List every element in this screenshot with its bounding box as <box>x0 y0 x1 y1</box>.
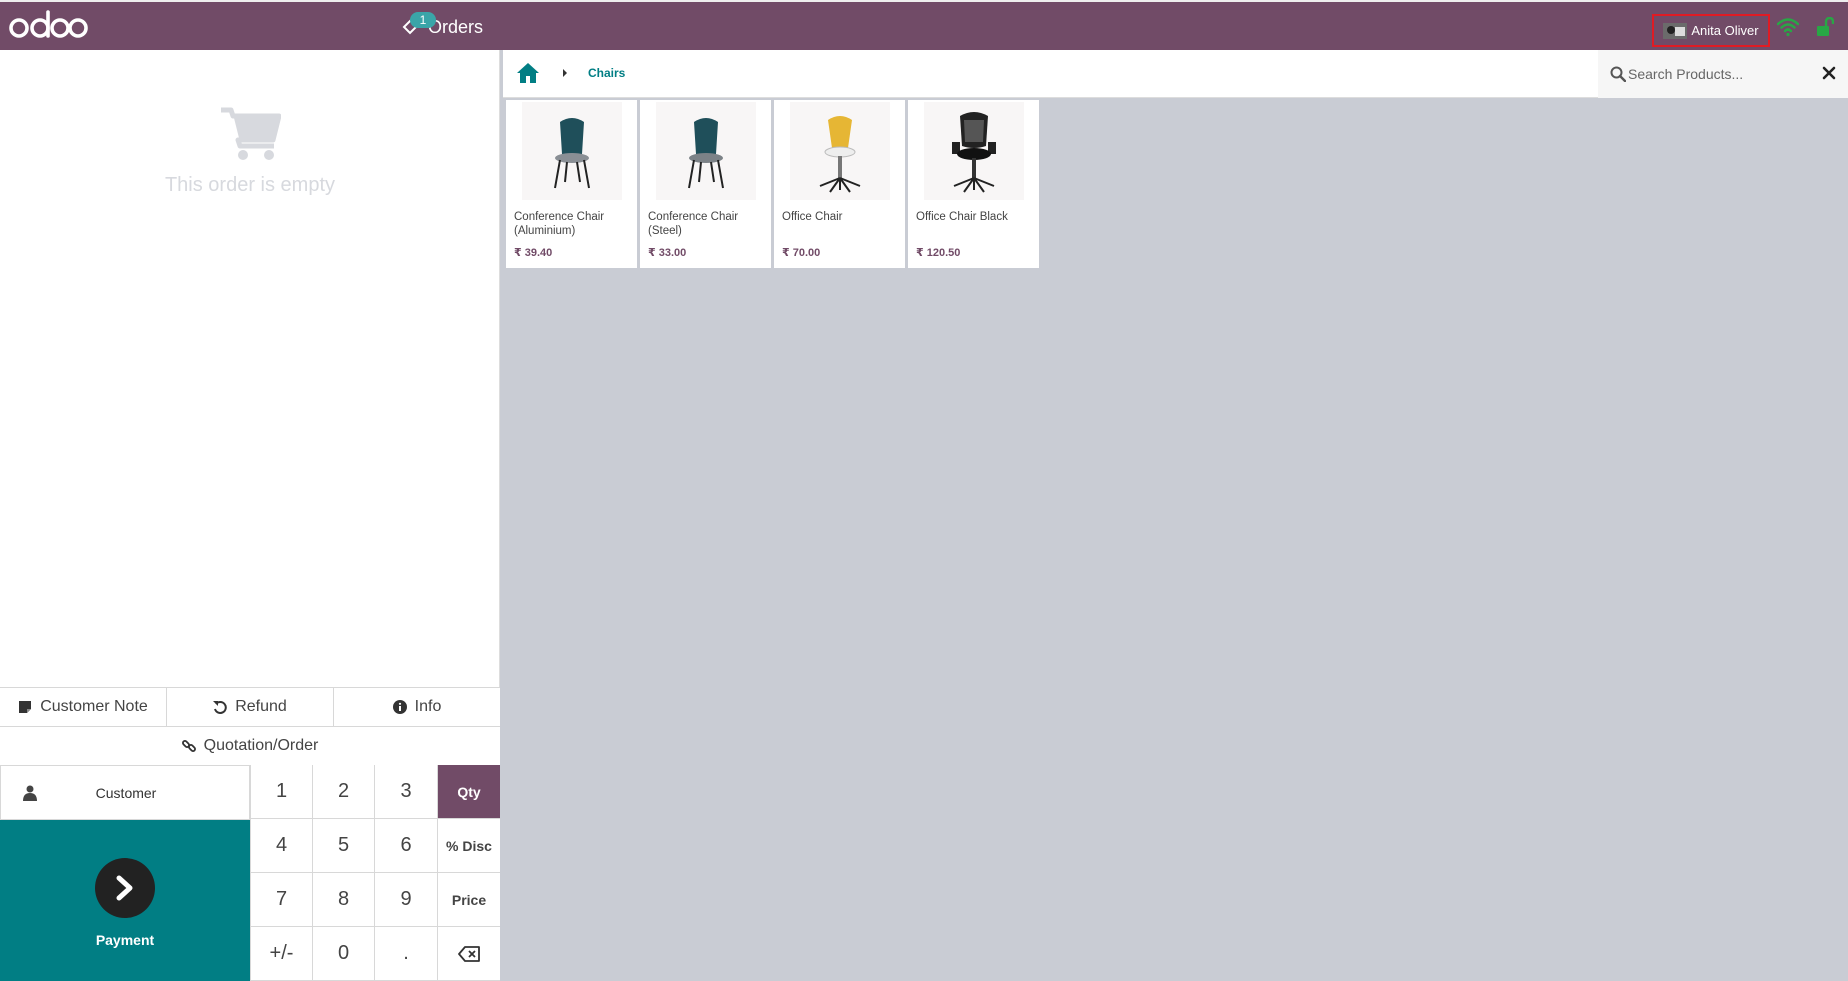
unlock-icon[interactable] <box>1816 17 1834 37</box>
cashier-name: Anita Oliver <box>1691 23 1759 38</box>
control-buttons-row: Customer Note Refund Info <box>0 687 500 726</box>
refund-label: Refund <box>235 698 287 715</box>
empty-order-text: This order is empty <box>164 174 336 196</box>
numpad-area: Customer Payment 1 2 3 Qty 4 5 6 % Disc … <box>0 765 500 981</box>
orders-count-badge: 1 <box>410 12 436 28</box>
chair-image <box>554 118 590 189</box>
refund-button[interactable]: Refund <box>167 688 334 726</box>
info-button[interactable]: Info <box>334 688 500 726</box>
numpad-key-4[interactable]: 4 <box>250 819 312 873</box>
product-price: ₹ 39.40 <box>514 247 553 259</box>
chevron-right-icon <box>116 875 133 901</box>
search-icon <box>1610 66 1626 82</box>
product-card[interactable]: Office Chair ₹ 70.00 <box>774 100 905 268</box>
numpad-mode-discount[interactable]: % Disc <box>437 819 500 873</box>
product-image <box>656 102 756 200</box>
product-name: Office Chair <box>782 211 843 223</box>
top-navbar: Orders 1 Anita Oliver <box>0 0 1848 50</box>
payment-arrow-circle <box>95 858 155 918</box>
numpad-backspace[interactable] <box>437 927 500 981</box>
product-price: ₹ 33.00 <box>648 247 687 259</box>
quotation-order-label: Quotation/Order <box>203 737 319 754</box>
search-input[interactable] <box>1628 62 1808 86</box>
quotation-row: Quotation/Order <box>0 726 500 765</box>
numpad-key-9[interactable]: 9 <box>374 873 437 927</box>
orders-label: Orders <box>428 16 484 37</box>
cashier-button[interactable]: Anita Oliver <box>1652 14 1770 47</box>
chair-image <box>952 112 996 193</box>
note-icon <box>19 701 32 713</box>
customer-label: Customer <box>95 784 157 801</box>
numpad-key-5[interactable]: 5 <box>312 819 374 873</box>
product-image <box>924 102 1024 200</box>
product-price: ₹ 70.00 <box>782 247 821 259</box>
breadcrumb-chairs[interactable]: Chairs <box>588 66 625 80</box>
info-label: Info <box>414 698 442 715</box>
numpad-key-3[interactable]: 3 <box>374 765 437 819</box>
numpad-mode-qty[interactable]: Qty <box>437 765 500 819</box>
numpad: 1 2 3 Qty 4 5 6 % Disc 7 8 9 Price +/- 0… <box>250 765 500 981</box>
close-icon[interactable] <box>1822 66 1836 80</box>
numpad-key-0[interactable]: 0 <box>312 927 374 981</box>
customer-note-label: Customer Note <box>40 698 148 715</box>
caret-right-icon <box>563 69 567 77</box>
numpad-key-6[interactable]: 6 <box>374 819 437 873</box>
info-icon <box>392 700 407 714</box>
chair-image <box>819 116 861 193</box>
numpad-key-1[interactable]: 1 <box>250 765 312 819</box>
quotation-order-button[interactable]: Quotation/Order <box>0 727 500 765</box>
payment-label: Payment <box>95 932 155 948</box>
backspace-icon <box>458 945 480 962</box>
numpad-mode-price[interactable]: Price <box>437 873 500 927</box>
odoo-logo <box>9 10 88 38</box>
product-card[interactable]: Office Chair Black ₹ 120.50 <box>908 100 1039 268</box>
order-panel: This order is empty Customer Note Refund… <box>0 50 500 981</box>
product-name: Office Chair Black <box>916 211 1008 223</box>
product-name: Conference Chair (Steel) <box>648 211 739 237</box>
product-card[interactable]: Conference Chair (Aluminium) ₹ 39.40 <box>506 100 637 268</box>
customer-button[interactable]: Customer <box>0 765 250 820</box>
numpad-key-2[interactable]: 2 <box>312 765 374 819</box>
wifi-icon[interactable] <box>1777 17 1799 37</box>
cashier-avatar <box>1663 22 1688 39</box>
product-image <box>522 102 622 200</box>
product-price: ₹ 120.50 <box>916 247 961 259</box>
numpad-key-dot[interactable]: . <box>374 927 437 981</box>
numpad-key-7[interactable]: 7 <box>250 873 312 927</box>
numpad-key-sign[interactable]: +/- <box>250 927 312 981</box>
chair-image <box>688 118 724 189</box>
numpad-key-8[interactable]: 8 <box>312 873 374 927</box>
product-search <box>1598 50 1848 98</box>
customer-note-button[interactable]: Customer Note <box>0 688 167 726</box>
link-icon <box>181 740 196 752</box>
category-bar: Chairs <box>503 50 1848 98</box>
product-image <box>790 102 890 200</box>
product-name: Conference Chair (Aluminium) <box>514 211 605 237</box>
payment-button[interactable]: Payment <box>0 820 250 981</box>
product-card[interactable]: Conference Chair (Steel) ₹ 33.00 <box>640 100 771 268</box>
home-icon[interactable] <box>516 62 540 84</box>
empty-cart-icon <box>221 107 281 160</box>
undo-icon <box>213 701 227 714</box>
